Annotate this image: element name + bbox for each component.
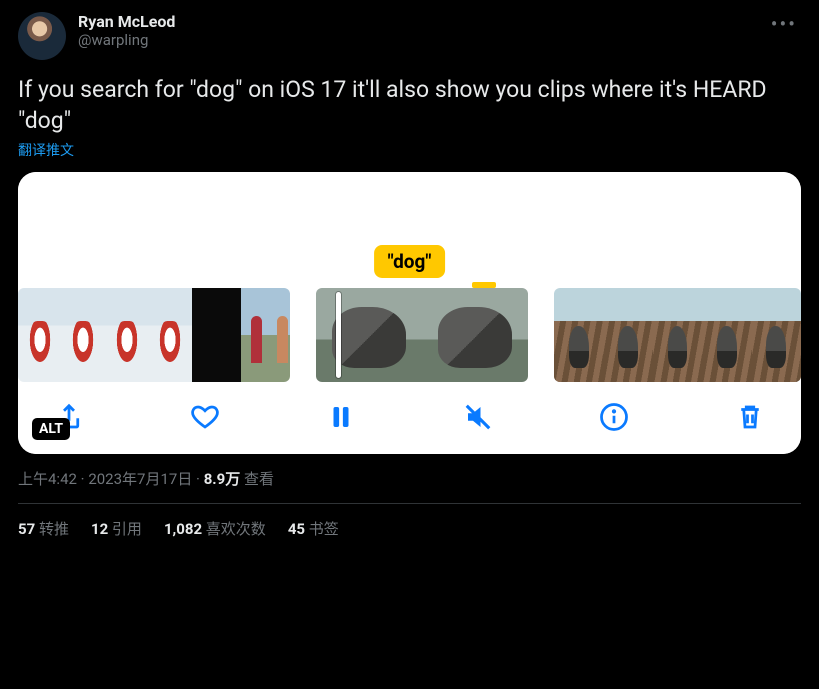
clip-group-2[interactable] xyxy=(316,288,528,382)
views-count: 8.9万 xyxy=(204,470,241,488)
media-card[interactable]: "dog" xyxy=(18,172,801,454)
frame xyxy=(603,288,652,382)
frame xyxy=(752,288,801,382)
stat-bookmarks[interactable]: 45 书签 xyxy=(288,518,339,539)
time[interactable]: 上午4:42 xyxy=(18,470,77,488)
frame xyxy=(192,288,241,382)
stat-quotes[interactable]: 12 引用 xyxy=(91,518,142,539)
frame xyxy=(241,288,290,382)
stat-likes[interactable]: 1,082 喜欢次数 xyxy=(164,518,266,539)
handle: @warpling xyxy=(78,31,175,49)
clip-group-1[interactable] xyxy=(18,288,290,382)
search-tag: "dog" xyxy=(374,245,446,278)
stat-retweets[interactable]: 57 转推 xyxy=(18,518,69,539)
frame xyxy=(62,288,106,382)
mute-icon[interactable] xyxy=(459,400,497,434)
frame xyxy=(653,288,702,382)
more-button[interactable]: ••• xyxy=(767,12,801,36)
media-toolbar xyxy=(18,382,801,454)
trash-icon[interactable] xyxy=(731,400,769,434)
frame xyxy=(149,288,193,382)
tweet-header: Ryan McLeod @warpling ••• xyxy=(18,12,801,60)
frame xyxy=(422,288,528,382)
views-label[interactable]: 查看 xyxy=(244,470,274,488)
video-timeline[interactable] xyxy=(18,288,801,382)
tweet-text: If you search for "dog" on iOS 17 it'll … xyxy=(18,74,801,136)
media-top: "dog" xyxy=(18,172,801,288)
clip-group-3[interactable] xyxy=(554,288,801,382)
playhead[interactable] xyxy=(336,292,341,378)
display-name: Ryan McLeod xyxy=(78,12,175,31)
avatar[interactable] xyxy=(18,12,66,60)
author-names[interactable]: Ryan McLeod @warpling xyxy=(78,12,175,49)
tweet-meta: 上午4:42 · 2023年7月17日 · 8.9万 查看 xyxy=(18,468,801,504)
frame xyxy=(702,288,751,382)
frame xyxy=(18,288,62,382)
alt-badge[interactable]: ALT xyxy=(32,418,70,440)
heart-icon[interactable] xyxy=(186,400,224,434)
frame xyxy=(316,288,422,382)
frame xyxy=(105,288,149,382)
tweet-stats: 57 转推 12 引用 1,082 喜欢次数 45 书签 xyxy=(18,504,801,539)
translate-link[interactable]: 翻译推文 xyxy=(18,140,74,160)
info-icon[interactable] xyxy=(595,400,633,434)
date[interactable]: 2023年7月17日 xyxy=(88,470,192,488)
frame xyxy=(554,288,603,382)
pause-icon[interactable] xyxy=(322,400,360,434)
